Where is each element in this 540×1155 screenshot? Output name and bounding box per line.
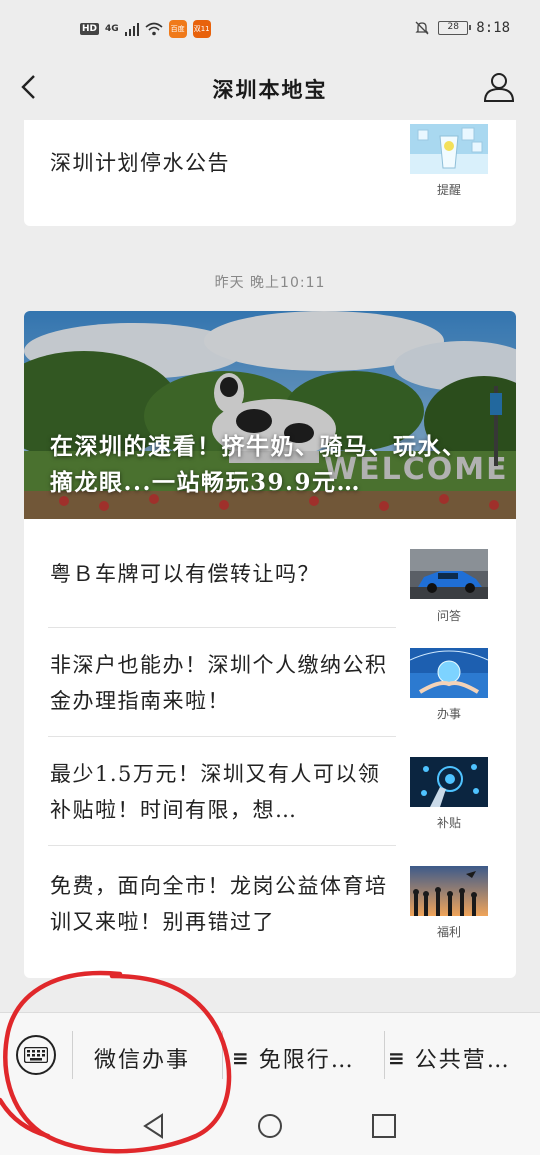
signal-icon	[124, 22, 139, 36]
system-navigation-bar	[0, 1102, 540, 1155]
keyboard-icon	[24, 1047, 48, 1063]
article-title: 免费，面向全市！龙岗公益体育培训又来啦！别再错过了	[50, 873, 388, 934]
article-row[interactable]: 非深户也能办！深圳个人缴纳公积金办理指南来啦！ 办事	[24, 628, 516, 737]
menu-list-icon: ≡	[388, 1046, 405, 1070]
hero-title: 在深圳的速看！挤牛奶、骑马、玩水、摘龙眼...一站畅玩39.9元…	[50, 433, 467, 496]
article-title: 粤Ｂ车牌可以有偿转让吗？	[50, 561, 320, 586]
notification-app-icon: 百度	[168, 20, 187, 38]
wifi-icon	[145, 22, 163, 36]
article-card: 深圳计划停水公告 提醒	[24, 120, 516, 226]
keyboard-toggle-button[interactable]	[16, 1035, 56, 1075]
nav-bar: 深圳本地宝	[0, 60, 540, 120]
article-tag: 提醒	[436, 183, 461, 197]
bottom-menu-bar: 微信办事 ≡ 免限行… ≡ 公共营…	[0, 1012, 540, 1102]
menu-item-label: 免限行…	[258, 1048, 355, 1073]
status-left-icons: HD 4G 百度 双11	[80, 20, 211, 38]
network-type: 4G	[105, 24, 119, 34]
article-tag: 问答	[436, 609, 461, 623]
clock: 8:18	[476, 20, 510, 36]
menu-divider	[72, 1031, 73, 1079]
article-row[interactable]: 深圳计划停水公告 提醒	[24, 120, 516, 226]
status-right-icons: 28 8:18	[414, 20, 510, 36]
notification-app-icon: 双11	[192, 20, 211, 38]
status-bar: HD 4G 百度 双11 28 8:18	[0, 0, 540, 60]
article-tag: 福利	[436, 925, 461, 939]
touch-tech-thumbnail	[410, 757, 488, 807]
article-title: 深圳计划停水公告	[50, 151, 230, 175]
profile-icon[interactable]	[482, 70, 516, 104]
article-card: WELCOME 在深圳的速看！挤牛奶、骑马、玩水、摘龙眼...一站畅玩39.9元…	[24, 311, 516, 978]
hand-globe-thumbnail	[410, 648, 488, 698]
article-row[interactable]: 最少1.5万元！深圳又有人可以领补贴啦！时间有限，想… 补贴	[24, 737, 516, 846]
recents-square-icon[interactable]	[370, 1112, 398, 1140]
menu-item-label: 公共营…	[414, 1048, 511, 1073]
back-triangle-icon[interactable]	[140, 1112, 168, 1140]
article-row[interactable]: 粤Ｂ车牌可以有偿转让吗？ 问答	[24, 519, 516, 628]
article-tag: 补贴	[436, 816, 461, 830]
article-tag: 办事	[436, 707, 461, 721]
hd-icon: HD	[80, 23, 100, 35]
menu-item-wechat-service[interactable]: 微信办事	[94, 1041, 190, 1075]
timestamp: 昨天 晚上10:11	[214, 275, 326, 291]
menu-item-no-restriction[interactable]: ≡ 免限行…	[232, 1041, 355, 1075]
home-circle-icon[interactable]	[256, 1112, 284, 1140]
menu-list-icon: ≡	[232, 1046, 249, 1070]
article-title: 非深户也能办！深圳个人缴纳公积金办理指南来啦！	[50, 652, 388, 713]
menu-divider	[384, 1031, 385, 1079]
ice-water-thumbnail	[410, 124, 488, 174]
menu-item-public[interactable]: ≡ 公共营…	[388, 1041, 511, 1075]
menu-divider	[222, 1031, 223, 1079]
menu-item-label: 微信办事	[94, 1048, 191, 1073]
article-title: 最少1.5万元！深圳又有人可以领补贴啦！时间有限，想…	[50, 761, 381, 822]
battery-icon: 28	[438, 21, 472, 35]
article-row[interactable]: 免费，面向全市！龙岗公益体育培训又来啦！别再错过了 福利	[24, 846, 516, 961]
hero-article[interactable]: WELCOME 在深圳的速看！挤牛奶、骑马、玩水、摘龙眼...一站畅玩39.9元…	[24, 311, 516, 519]
page-title: 深圳本地宝	[212, 77, 328, 102]
car-thumbnail	[410, 549, 488, 599]
mute-bell-icon	[415, 21, 429, 35]
sunset-people-thumbnail	[410, 866, 488, 916]
